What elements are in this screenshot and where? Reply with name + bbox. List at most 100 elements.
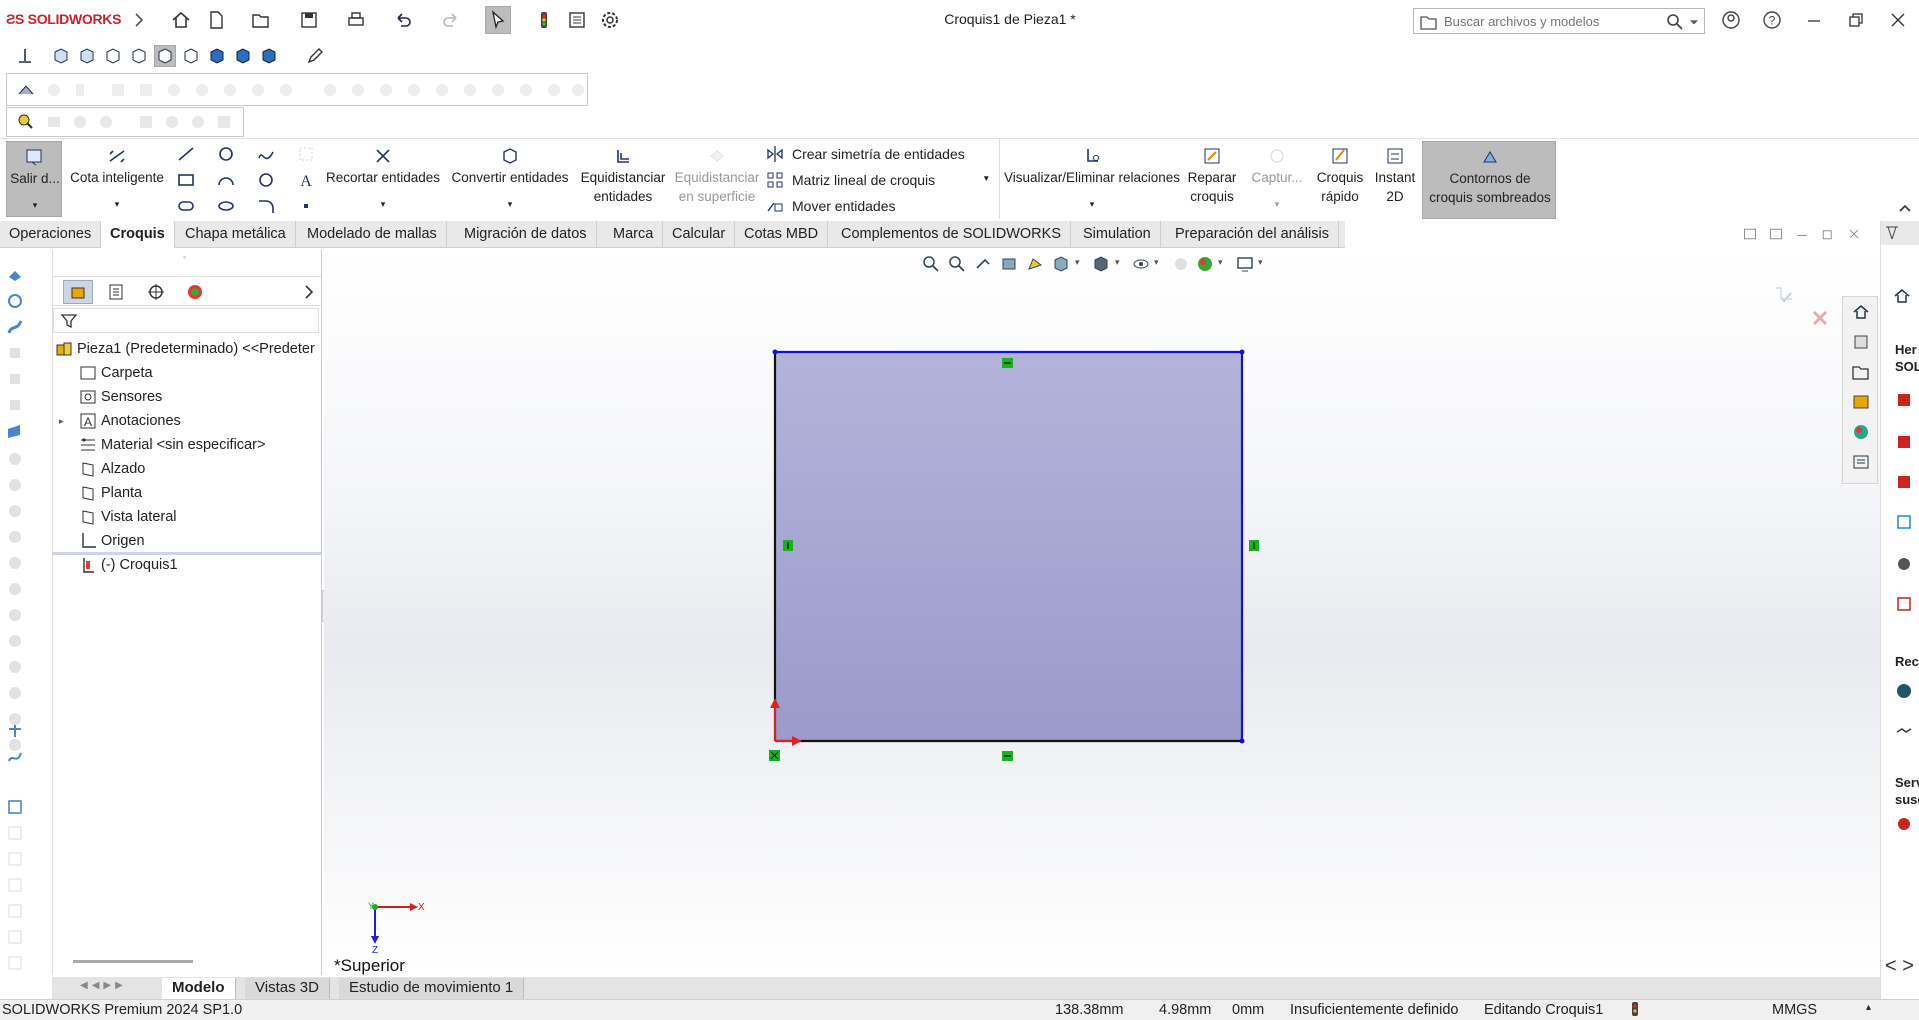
revolve-strip-icon[interactable] (4, 290, 26, 312)
save-icon[interactable] (298, 9, 320, 31)
handshake-icon[interactable] (1893, 721, 1915, 743)
table-icon[interactable] (213, 111, 235, 133)
dome-strip-icon[interactable] (4, 682, 26, 704)
tab-marca[interactable]: Marca (604, 221, 664, 248)
boundary-strip-icon[interactable] (4, 368, 26, 390)
tile-vertical-icon[interactable] (1768, 226, 1784, 242)
slot-icon[interactable] (175, 195, 197, 217)
instant-2d-button[interactable]: Instant 2D (1370, 141, 1420, 217)
undo-icon[interactable] (392, 9, 414, 31)
loft-strip-icon[interactable] (4, 342, 26, 364)
resource-item-icon[interactable] (1893, 389, 1915, 411)
tree-item-alzado[interactable]: Alzado (53, 458, 321, 480)
hole-strip-icon[interactable] (4, 578, 26, 600)
convert-entities-button[interactable]: Convertir entidades ▾ (448, 141, 572, 217)
minimize-icon[interactable] (1803, 9, 1825, 31)
tab-operaciones[interactable]: Operaciones (0, 221, 102, 248)
shape-icon[interactable] (69, 111, 91, 133)
sweep-strip-icon[interactable] (4, 316, 26, 338)
cut-icon[interactable] (135, 79, 157, 101)
chevron-down-icon[interactable]: ▾ (1246, 195, 1308, 214)
right-view-icon[interactable] (128, 45, 150, 67)
home-icon[interactable] (170, 9, 192, 31)
chamfer-icon[interactable] (191, 79, 213, 101)
confirm-sketch-icon[interactable] (1764, 276, 1804, 316)
pattern-icon[interactable] (347, 79, 369, 101)
shell-icon[interactable] (219, 79, 241, 101)
resource-item-icon[interactable] (1893, 511, 1915, 533)
doc-close-icon[interactable] (1846, 226, 1862, 242)
revolve-icon[interactable] (43, 79, 65, 101)
list-icon[interactable] (43, 111, 65, 133)
expand-arrow-icon[interactable]: ▸ (59, 410, 64, 432)
tab-modelo[interactable]: Modelo (162, 978, 236, 999)
rib-strip-icon[interactable] (4, 526, 26, 548)
fillet-sketch-icon[interactable] (255, 195, 277, 217)
rib-icon[interactable] (247, 79, 269, 101)
resource-item-icon[interactable] (1893, 471, 1915, 493)
cut-strip-icon[interactable] (4, 394, 26, 416)
instant3d-strip-icon[interactable] (4, 796, 26, 818)
property-manager-tab-icon[interactable] (101, 280, 131, 304)
arc-icon[interactable] (215, 169, 237, 191)
left-view-icon[interactable] (102, 45, 124, 67)
tab-preparacion-analisis[interactable]: Preparación del análisis (1166, 221, 1339, 248)
draft-strip-icon[interactable] (4, 552, 26, 574)
pattern-strip-icon[interactable] (4, 604, 26, 626)
sweep-icon[interactable] (69, 79, 91, 101)
polygon-icon[interactable] (255, 169, 277, 191)
coincident-relation-icon[interactable] (769, 750, 780, 761)
restore-icon[interactable] (1845, 9, 1867, 31)
filter-box[interactable] (53, 308, 319, 333)
menu-expand-icon[interactable] (128, 9, 150, 31)
tree-item-croquis1[interactable]: (-) Croquis1 (53, 554, 321, 576)
status-units[interactable]: MMGS (1772, 1002, 1817, 1018)
bottom-view-icon[interactable] (180, 45, 202, 67)
solidworks-logo[interactable]: ƧS SOLIDWORKS (6, 11, 121, 27)
back-view-icon[interactable] (76, 45, 98, 67)
tab-croquis[interactable]: Croquis (101, 221, 175, 248)
shell-strip-icon[interactable] (4, 500, 26, 522)
select-icon[interactable] (485, 6, 511, 34)
tab-cotas-mbd[interactable]: Cotas MBD (735, 221, 829, 248)
spline-icon[interactable] (255, 143, 277, 165)
hole-wizard-icon[interactable] (319, 79, 341, 101)
graphics-area[interactable]: ▾ ▾ ▾ ▾ ▾ X Y Z *Superior (324, 250, 1880, 975)
panel-grip-icon[interactable]: ◦ (183, 252, 186, 262)
chevron-down-icon[interactable]: ▾ (7, 196, 63, 215)
display-relations-button[interactable]: Visualizar/Eliminar relaciones ▾ (1002, 141, 1182, 217)
mirror-entities-button[interactable]: Crear simetría de entidades (764, 143, 994, 167)
sketch-text-icon[interactable]: A (295, 169, 317, 191)
chevron-right-icon[interactable] (299, 280, 319, 304)
tree-item-carpeta[interactable]: Carpeta (53, 362, 321, 384)
design-library-icon[interactable] (1850, 331, 1872, 353)
draft-icon[interactable] (275, 79, 297, 101)
task-pane-pin-icon[interactable] (1881, 222, 1903, 244)
file-properties-icon[interactable] (566, 9, 588, 31)
tab-estudio-movimiento[interactable]: Estudio de movimiento 1 (339, 978, 525, 999)
extrude-strip-icon[interactable] (4, 264, 26, 286)
intersect-icon[interactable] (487, 79, 509, 101)
chevron-up-icon[interactable]: ▴ (1866, 1002, 1871, 1013)
sketch-tools-icon[interactable] (15, 111, 37, 133)
tile-horizontal-icon[interactable] (1742, 226, 1758, 242)
view-strip-icon-4[interactable] (4, 900, 26, 922)
search-box[interactable] (1413, 8, 1705, 34)
fillet-icon[interactable] (163, 79, 185, 101)
appearance-tab-icon[interactable] (180, 280, 210, 304)
tab-complementos[interactable]: Complementos de SOLIDWORKS (832, 221, 1071, 248)
view-strip-icon-3[interactable] (4, 874, 26, 896)
search-icon[interactable] (1664, 11, 1686, 33)
horizontal-relation-icon[interactable] (1002, 751, 1013, 761)
options-gear-icon[interactable] (599, 9, 621, 31)
sketch-point[interactable] (1239, 349, 1245, 355)
offset-entities-button[interactable]: Equidistanciar entidades (578, 141, 668, 217)
redo-icon[interactable] (440, 9, 462, 31)
deform-icon[interactable] (543, 79, 565, 101)
task-pane-nav-arrows-icon[interactable]: < > (1885, 955, 1914, 978)
doc-restore-icon[interactable] (1820, 226, 1836, 242)
point-icon[interactable] (295, 195, 317, 217)
tab-simulation[interactable]: Simulation (1074, 221, 1161, 248)
tab-chapa-metalica[interactable]: Chapa metálica (176, 221, 296, 248)
print-icon[interactable] (345, 9, 367, 31)
